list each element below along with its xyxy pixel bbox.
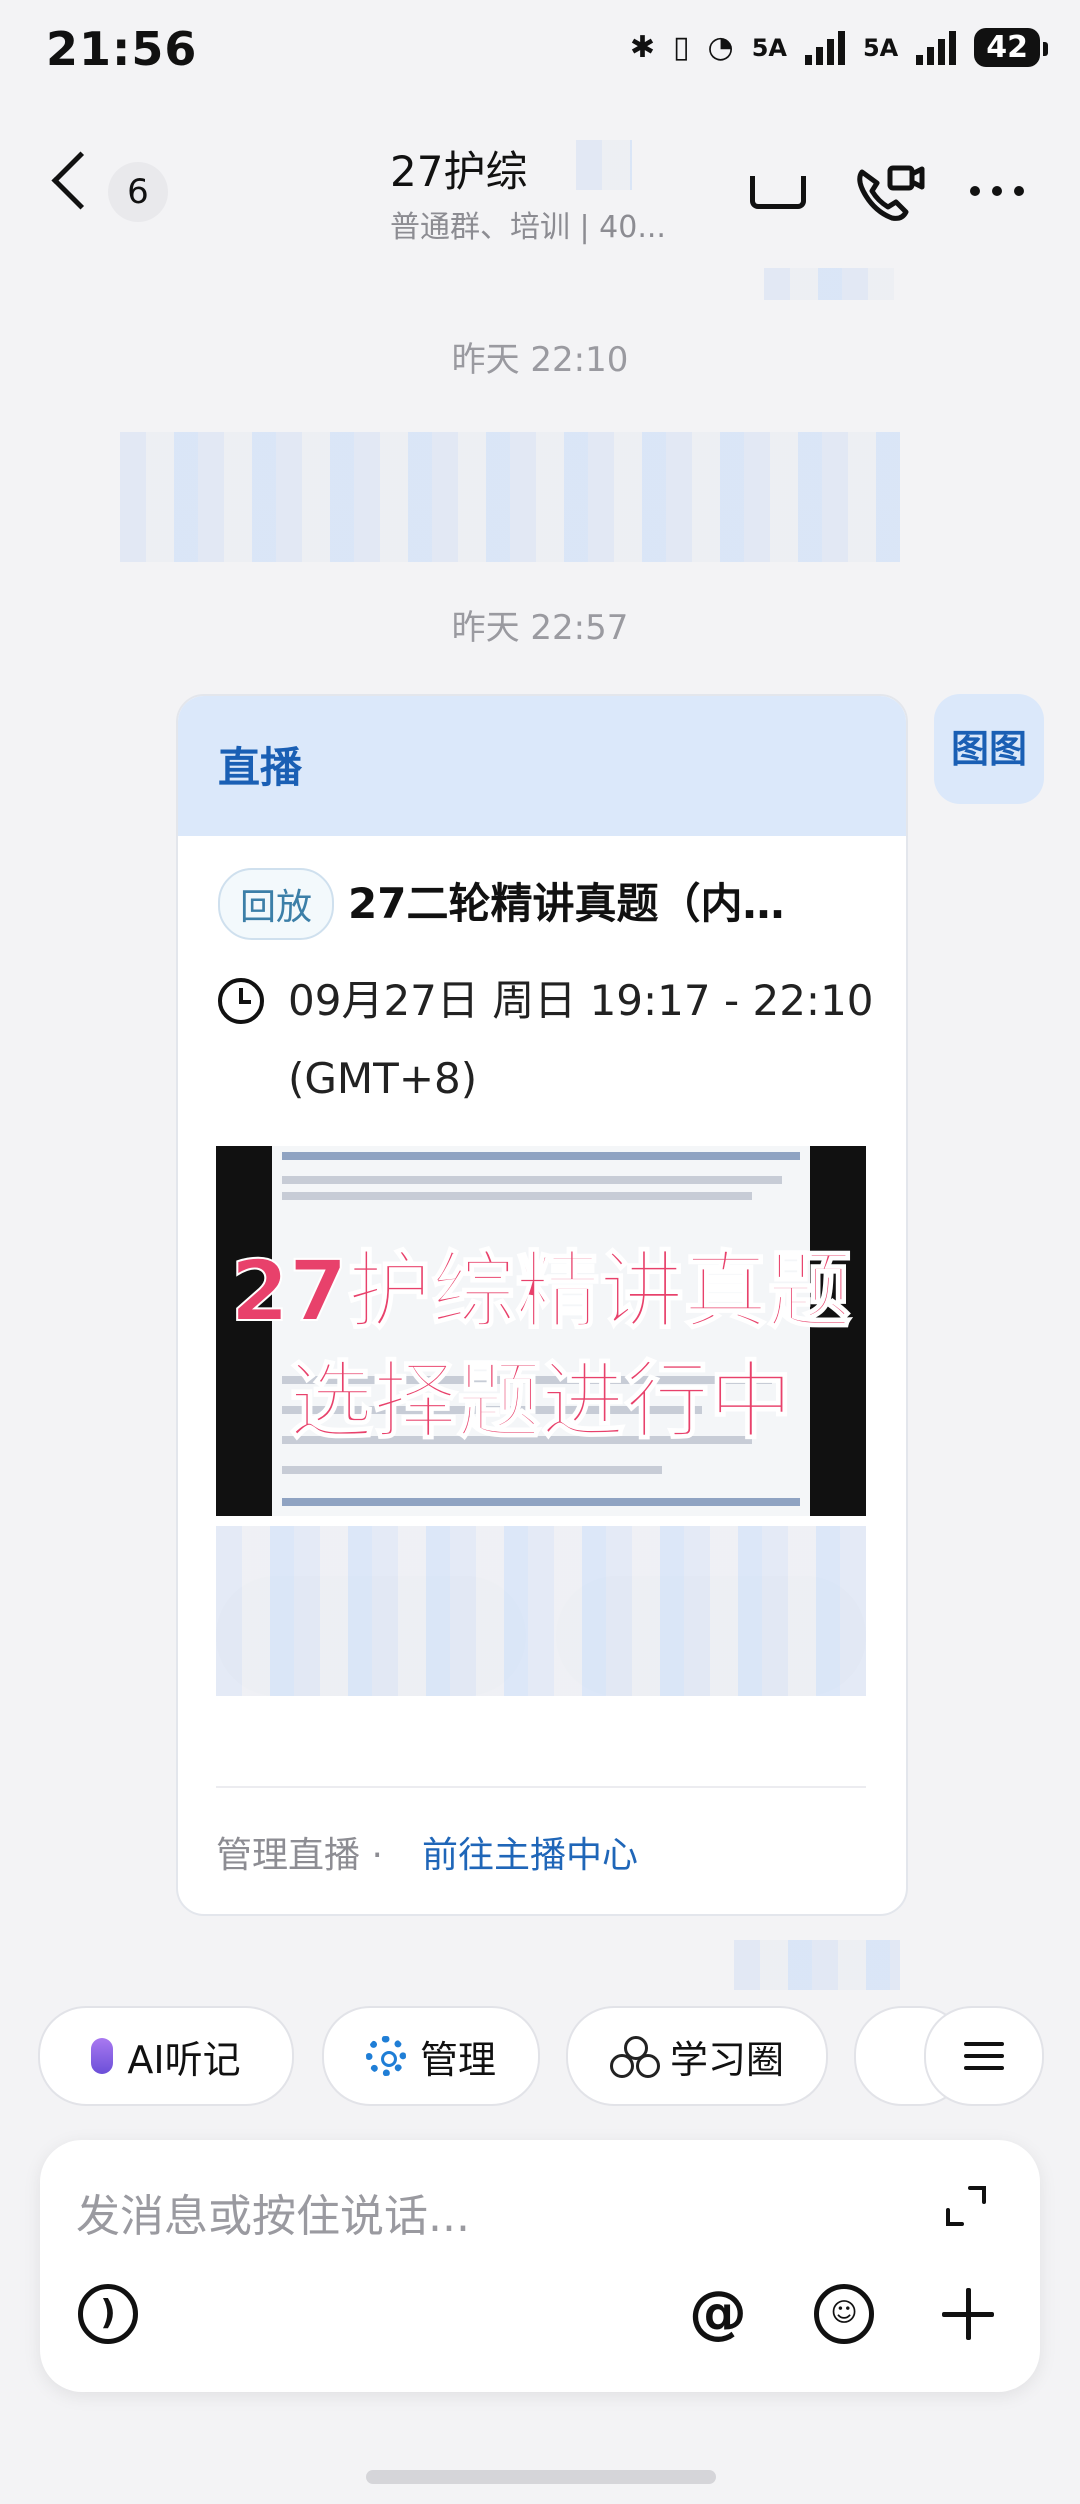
chip-label: 管理	[419, 2037, 496, 2082]
replay-thumbnail[interactable]: 27护综精讲真题 选择题进行中	[216, 1146, 866, 1516]
thumbnail-text: 27护综精讲真题 选择题进行中	[216, 1236, 866, 1456]
blurred-region	[734, 1940, 900, 1990]
tray-icon[interactable]	[750, 176, 806, 209]
unread-count-badge[interactable]: 6	[108, 162, 168, 222]
status-icons: ✱ ▯ ◔ 5A 5A 42	[629, 28, 1048, 67]
study-circle-chip[interactable]: 学习圈	[566, 2006, 828, 2106]
message-input-panel	[40, 2140, 1040, 2392]
wifi-icon: ◔	[707, 30, 734, 65]
card-header: 直播	[178, 696, 906, 836]
chip-menu-button[interactable]	[924, 2006, 1044, 2106]
circle-group-icon	[609, 2036, 660, 2078]
expand-icon[interactable]	[944, 2184, 988, 2228]
blurred-message	[120, 432, 900, 562]
vibrate-icon: ▯	[672, 30, 690, 65]
mention-icon[interactable]: @	[688, 2283, 748, 2344]
live-time: 09月27日 周日 19:17 - 22:10 (GMT+8)	[288, 976, 874, 1103]
video-call-icon[interactable]	[852, 158, 926, 228]
chip-label: AI听记	[127, 2037, 241, 2082]
network-label-1: 5A	[751, 33, 787, 62]
card-header-label: 直播	[218, 743, 303, 792]
network-label-2: 5A	[862, 33, 899, 62]
blurred-region	[576, 140, 632, 190]
battery-indicator: 42	[974, 28, 1048, 67]
timestamp: 昨天 22:57	[451, 608, 629, 648]
ai-notes-chip[interactable]: AI听记	[38, 2006, 294, 2106]
menu-icon	[964, 2034, 1004, 2078]
emoji-icon[interactable]: ☺	[814, 2284, 874, 2344]
chat-subtitle: 普通群、培训 | 40...	[390, 210, 666, 245]
clock-icon	[218, 978, 264, 1024]
thumbnail-text-line-1: 27护综精讲真题	[230, 1241, 853, 1341]
chip-label: 学习圈	[669, 2037, 784, 2082]
signal-icon-2	[916, 30, 957, 65]
add-icon[interactable]	[938, 2284, 998, 2344]
footer-separator: ·	[371, 1835, 383, 1876]
home-indicator	[366, 2470, 716, 2484]
live-stream-card[interactable]: 直播 回放 27二轮精讲真题（内… 09月27日 周日 19:17 - 22:1…	[176, 694, 908, 1916]
voice-icon[interactable]: )	[78, 2284, 138, 2344]
manage-chip[interactable]: 管理	[322, 2006, 540, 2106]
bluetooth-icon: ✱	[629, 30, 655, 65]
timestamp: 昨天 22:10	[451, 340, 629, 380]
thumbnail-text-line-2: 选择题进行中	[288, 1351, 794, 1451]
gear-icon	[365, 2036, 406, 2076]
live-title: 27二轮精讲真题（内…	[348, 879, 785, 928]
replay-tag: 回放	[218, 868, 335, 940]
manage-live-label: 管理直播 ·	[216, 1826, 383, 1878]
ai-mic-icon	[91, 2038, 114, 2074]
manage-live-text: 管理直播	[216, 1835, 361, 1876]
card-divider	[216, 1786, 866, 1788]
sender-avatar[interactable]: 图图	[934, 694, 1044, 804]
message-input[interactable]: 发消息或按住说话...	[76, 2180, 470, 2244]
chat-title[interactable]: 27护综	[390, 138, 527, 199]
blurred-region	[764, 268, 894, 300]
more-options-icon[interactable]	[970, 186, 1024, 196]
host-center-link[interactable]: 前往主播中心	[422, 1826, 638, 1878]
blurred-region	[216, 1526, 866, 1696]
back-icon[interactable]	[51, 151, 110, 210]
signal-icon-1	[804, 30, 845, 65]
status-time: 21:56	[46, 22, 198, 76]
